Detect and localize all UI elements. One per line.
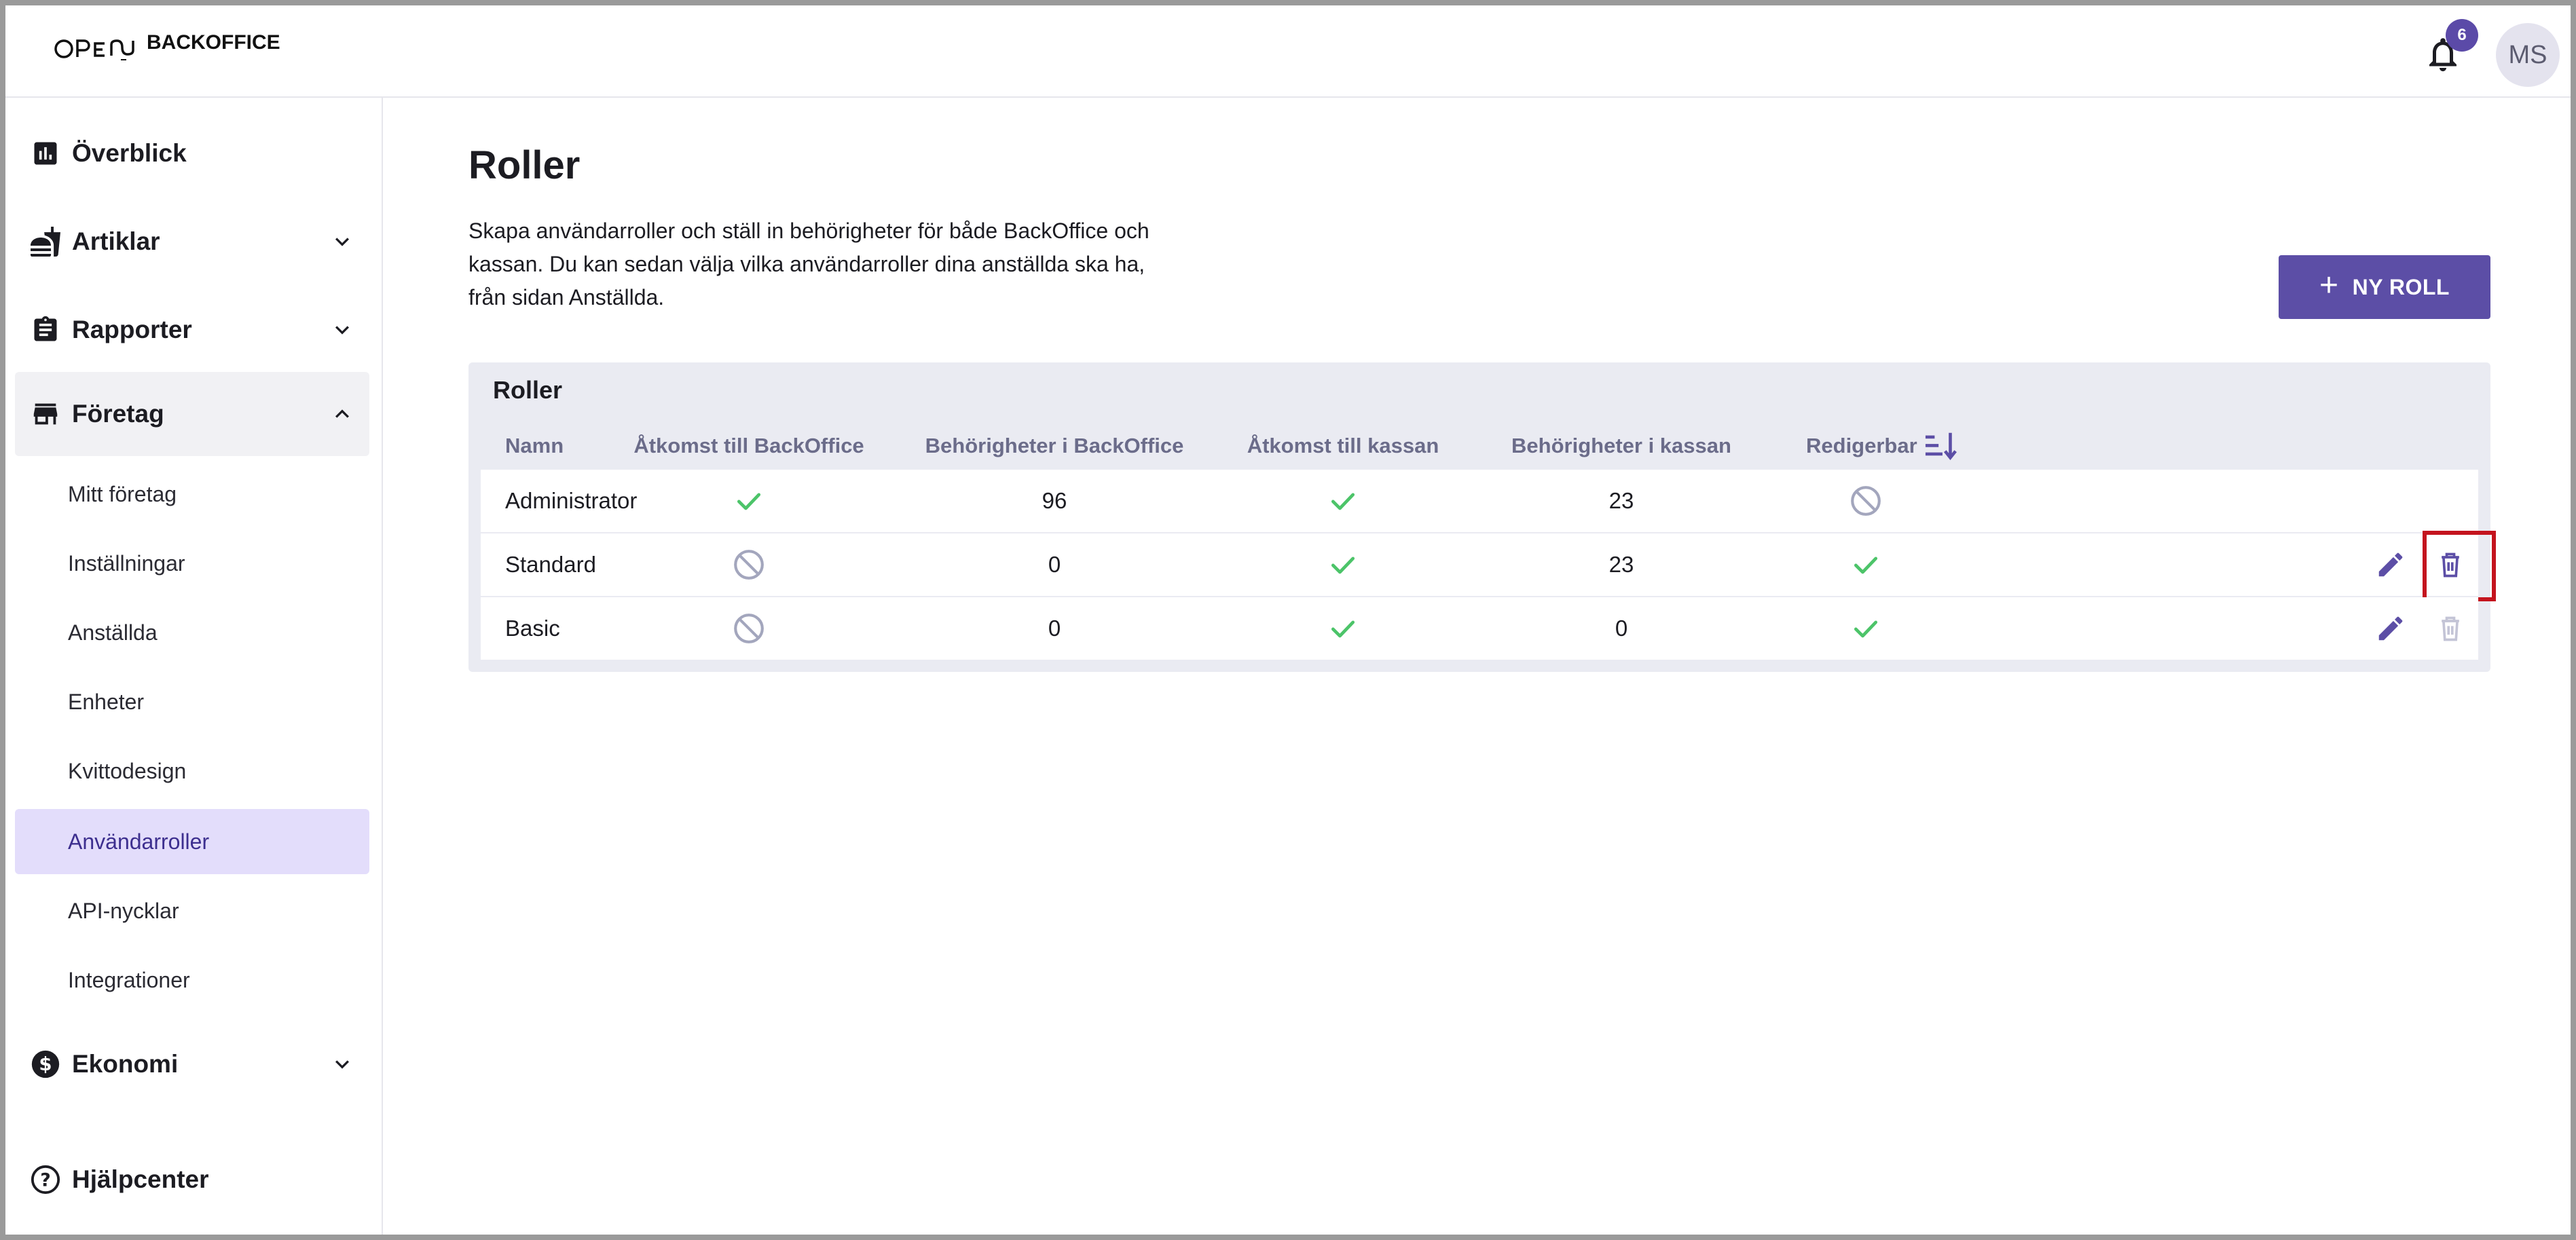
check-icon (1791, 597, 1940, 660)
sidebar-subitem-label: API-nycklar (68, 898, 179, 923)
sidebar-item-label: Företag (72, 400, 164, 428)
user-avatar[interactable]: MS (2496, 23, 2560, 87)
check-icon (1791, 533, 1940, 596)
check-icon (1241, 597, 1445, 660)
sidebar-subitem-label: Enheter (68, 689, 145, 714)
sidebar: Överblick Artiklar Rapporter Företag Mit… (5, 98, 383, 1235)
sidebar-item-label: Ekonomi (72, 1050, 179, 1078)
backoffice-permissions-count: 0 (1048, 552, 1061, 577)
edit-icon[interactable] (2368, 533, 2413, 596)
notifications-badge: 6 (2446, 19, 2478, 52)
page-description: Skapa användarroller och ställ in behöri… (468, 219, 1149, 309)
column-header-backoffice-permissions[interactable]: Behörigheter i BackOffice (925, 422, 1184, 470)
sidebar-item-label: Rapporter (72, 316, 192, 343)
blocked-icon (637, 597, 861, 660)
column-header-pos-access[interactable]: Åtkomst till kassan (1241, 422, 1445, 470)
sidebar-subitem-label: Integrationer (68, 967, 190, 992)
sidebar-subitem-label: Användarroller (68, 829, 210, 854)
sidebar-subitem-label: Mitt företag (68, 481, 177, 506)
table-title: Roller (493, 376, 563, 404)
edit-icon[interactable] (2368, 597, 2413, 660)
delete-icon-disabled (2427, 597, 2474, 660)
svg-text:$: $ (39, 1053, 52, 1075)
svg-text:?: ? (40, 1170, 51, 1191)
sidebar-subitem-label: Anställda (68, 620, 158, 645)
sidebar-item-foretag[interactable]: Företag (15, 372, 369, 456)
sidebar-item-artiklar[interactable]: Artiklar (5, 200, 382, 284)
chevron-down-icon (335, 1060, 349, 1069)
chevron-up-icon (335, 409, 349, 418)
role-name: Administrator (505, 488, 638, 513)
dollar-icon: $ (29, 1047, 62, 1081)
sidebar-subitem-enheter[interactable]: Enheter (15, 669, 369, 734)
sidebar-item-help-center[interactable]: ? Hjälpcenter (5, 1138, 382, 1222)
table-row[interactable]: Basic 0 0 (481, 597, 2478, 660)
sort-icon[interactable] (1924, 431, 1958, 461)
column-header-editable-label: Redigerbar (1806, 434, 1917, 457)
sidebar-subitem-anvandarroller[interactable]: Användarroller (15, 809, 369, 874)
sidebar-item-label: Överblick (72, 139, 187, 167)
logo-text: BACKOFFICE (147, 31, 280, 54)
pos-permissions-count: 23 (1608, 552, 1634, 577)
check-icon (1241, 533, 1445, 596)
sidebar-item-rapporter[interactable]: Rapporter (5, 288, 382, 372)
column-header-backoffice-access[interactable]: Åtkomst till BackOffice (633, 422, 864, 470)
app-logo[interactable]: BACKOFFICE (54, 30, 280, 68)
sidebar-subitem-label: Kvittodesign (68, 758, 187, 783)
sidebar-item-label: Hjälpcenter (72, 1165, 209, 1193)
new-role-button[interactable]: + NY ROLL (2279, 255, 2490, 319)
highlight-box (2423, 531, 2496, 601)
sidebar-subitem-anstallda[interactable]: Anställda (15, 600, 369, 665)
plus-icon: + (2319, 267, 2339, 303)
table-row[interactable]: Administrator 96 23 (481, 470, 2478, 532)
blocked-icon (637, 533, 861, 596)
sidebar-subitem-integrationer[interactable]: Integrationer (15, 947, 369, 1013)
check-icon (637, 470, 861, 532)
column-header-editable[interactable]: Redigerbar (1806, 422, 1958, 470)
sidebar-subitem-kvittodesign[interactable]: Kvittodesign (15, 738, 369, 804)
role-name: Basic (505, 616, 560, 641)
new-role-button-label: NY ROLL (2352, 274, 2450, 299)
bar-chart-icon (29, 136, 62, 170)
chevron-down-icon (335, 326, 349, 335)
roles-table-card: Roller Namn Åtkomst till BackOffice Behö… (468, 362, 2496, 672)
column-header-pos-permissions[interactable]: Behörigheter i kassan (1511, 422, 1731, 470)
sidebar-item-ekonomi[interactable]: $ Ekonomi (5, 1022, 382, 1106)
backoffice-permissions-count: 0 (1048, 616, 1061, 641)
chevron-down-icon (335, 238, 349, 246)
sidebar-item-label: Artiklar (72, 227, 160, 255)
open-logo-mark (54, 39, 134, 60)
table-row[interactable]: Standard 0 23 (481, 531, 2496, 601)
sidebar-subitem-api-nycklar[interactable]: API-nycklar (15, 878, 369, 943)
table-header: Namn Åtkomst till BackOffice Behörighete… (481, 422, 2478, 470)
page-title: Roller (468, 143, 581, 187)
pos-permissions-count: 0 (1615, 616, 1628, 641)
role-name: Standard (505, 552, 596, 577)
clipboard-icon (29, 313, 62, 347)
help-icon: ? (29, 1163, 62, 1197)
sidebar-subitem-mitt-foretag[interactable]: Mitt företag (15, 462, 369, 527)
sidebar-subitem-installningar[interactable]: Inställningar (15, 531, 369, 596)
check-icon (1241, 470, 1445, 532)
sidebar-item-overblick[interactable]: Överblick (5, 111, 382, 195)
top-bar: BACKOFFICE 6 MS (5, 5, 2571, 98)
blocked-icon (1791, 470, 1940, 532)
food-icon (29, 225, 62, 259)
sidebar-subitem-label: Inställningar (68, 550, 185, 576)
column-header-name[interactable]: Namn (505, 422, 564, 470)
backoffice-permissions-count: 96 (1042, 488, 1067, 513)
store-icon (29, 397, 62, 431)
pos-permissions-count: 23 (1608, 488, 1634, 513)
